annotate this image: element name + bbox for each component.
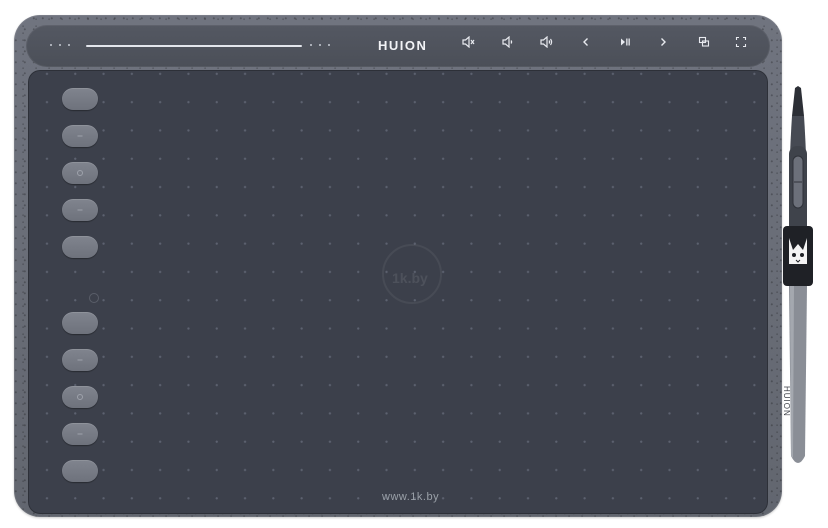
brand-logo: HUION [378,38,428,53]
key-dash-mark [77,209,83,211]
play-pause-button[interactable] [615,36,635,54]
key-dash-mark [77,359,83,361]
express-key-1[interactable] [62,88,98,110]
volume-down-icon [502,35,513,49]
switch-screen-icon [698,36,710,47]
key-dot-mark [77,170,83,176]
previous-icon [583,38,588,46]
express-key-6[interactable] [62,312,98,334]
mute-icon [462,35,475,49]
express-key-7[interactable] [62,349,98,371]
volume-down-button[interactable] [499,35,519,54]
key-dot-mark [77,394,83,400]
key-dash-mark [77,433,83,435]
express-key-5[interactable] [62,236,98,258]
previous-button[interactable] [576,36,596,54]
fullscreen-button[interactable] [731,36,751,54]
touch-strip-dots-left [50,44,80,48]
express-key-3[interactable] [62,162,98,184]
key-dash-mark [77,135,83,137]
volume-up-button[interactable] [537,35,557,54]
fullscreen-icon [735,36,747,48]
stylus-pen[interactable]: HUION [778,86,818,470]
express-key-9[interactable] [62,423,98,445]
touch-strip[interactable] [86,45,302,47]
pen-brand-label: HUION [782,386,791,417]
next-icon [661,38,666,46]
volume-up-icon [540,35,553,49]
touch-strip-dots-right [310,44,340,48]
switch-screen-button[interactable] [694,36,714,54]
mute-button[interactable] [459,35,479,54]
key-separator-ring [89,293,99,303]
watermark-text: 1k.by [392,270,428,286]
express-key-2[interactable] [62,125,98,147]
play-pause-icon [621,38,630,46]
next-button[interactable] [653,36,673,54]
express-key-8[interactable] [62,386,98,408]
bottom-watermark: www.1k.by [382,491,440,503]
express-key-10[interactable] [62,460,98,482]
express-key-4[interactable] [62,199,98,221]
